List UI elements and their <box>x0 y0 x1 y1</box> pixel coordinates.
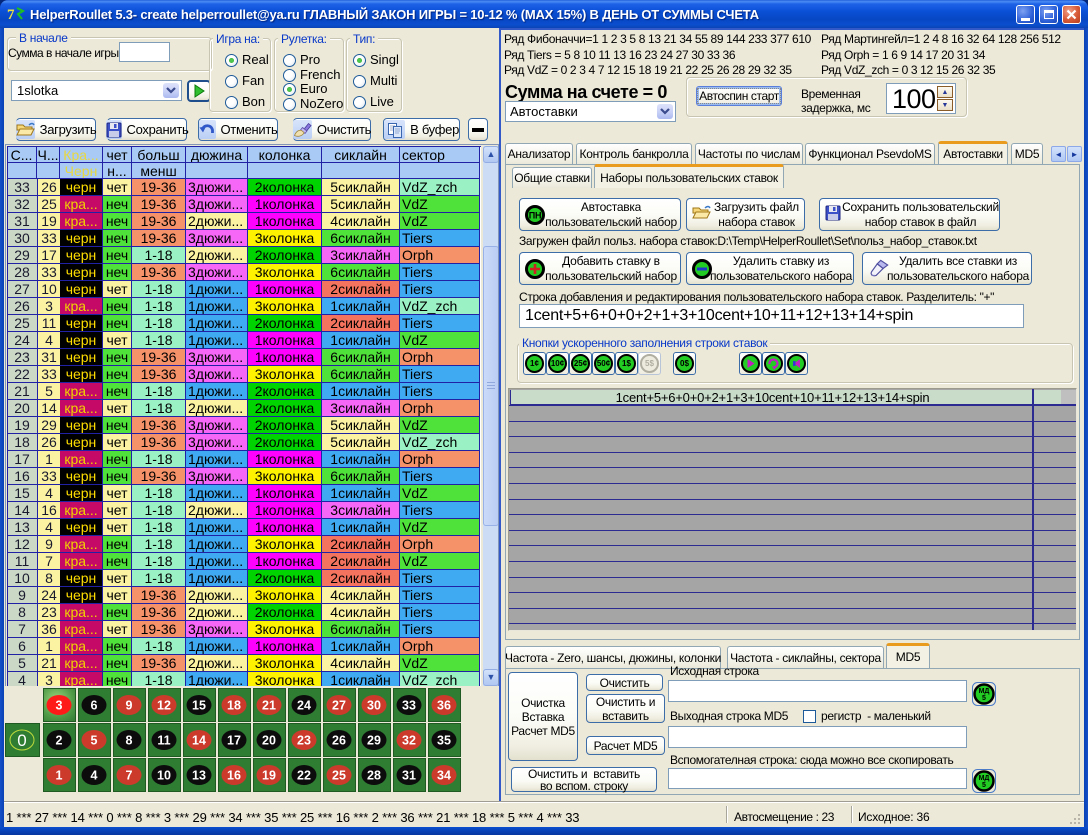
svg-text:12: 12 <box>157 699 171 713</box>
svg-text:15: 15 <box>192 699 206 713</box>
svg-text:5: 5 <box>982 695 986 702</box>
svg-text:31: 31 <box>402 769 416 783</box>
svg-text:30: 30 <box>367 699 381 713</box>
svg-text:17: 17 <box>227 734 241 748</box>
svg-text:4: 4 <box>91 769 98 783</box>
svg-text:11: 11 <box>157 734 170 748</box>
svg-text:22: 22 <box>297 769 311 783</box>
svg-text:7: 7 <box>126 769 133 783</box>
svg-text:6: 6 <box>91 699 98 713</box>
svg-text:21: 21 <box>262 699 276 713</box>
svg-text:0: 0 <box>17 731 26 750</box>
svg-text:34: 34 <box>437 769 451 783</box>
svg-text:33: 33 <box>402 699 416 713</box>
svg-text:8: 8 <box>126 734 133 748</box>
svg-text:14: 14 <box>192 734 206 748</box>
svg-text:3: 3 <box>56 699 63 713</box>
svg-text:24: 24 <box>297 699 311 713</box>
svg-text:35: 35 <box>437 734 451 748</box>
svg-text:МД: МД <box>979 688 990 695</box>
svg-text:20: 20 <box>262 734 276 748</box>
svg-text:26: 26 <box>332 734 346 748</box>
svg-text:ПН: ПН <box>529 211 541 221</box>
svg-text:36: 36 <box>437 699 451 713</box>
svg-text:1: 1 <box>56 769 63 783</box>
svg-text:27: 27 <box>332 699 346 713</box>
svg-text:23: 23 <box>297 734 311 748</box>
svg-text:18: 18 <box>227 699 241 713</box>
svg-text:29: 29 <box>367 734 381 748</box>
svg-text:5: 5 <box>982 782 986 789</box>
svg-text:28: 28 <box>367 769 381 783</box>
svg-text:9: 9 <box>126 699 133 713</box>
svg-text:19: 19 <box>262 769 276 783</box>
svg-text:16: 16 <box>227 769 241 783</box>
svg-text:25: 25 <box>332 769 346 783</box>
svg-text:МД: МД <box>979 775 990 782</box>
svg-text:32: 32 <box>402 734 416 748</box>
svg-text:5: 5 <box>91 734 98 748</box>
svg-text:7: 7 <box>7 7 15 23</box>
svg-text:2: 2 <box>56 734 63 748</box>
svg-text:10: 10 <box>157 769 171 783</box>
svg-text:13: 13 <box>192 769 206 783</box>
